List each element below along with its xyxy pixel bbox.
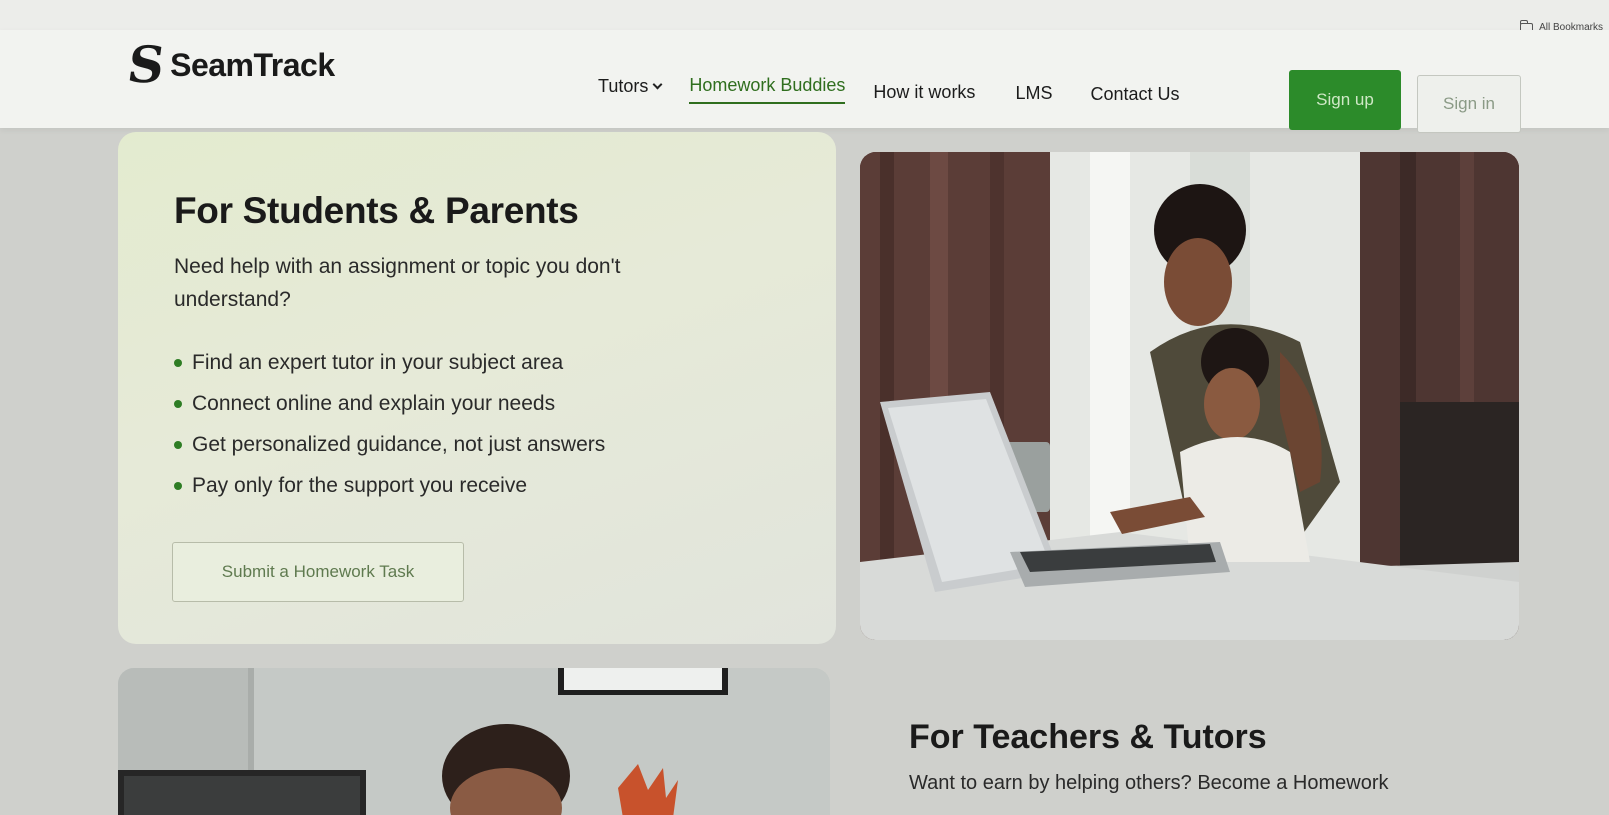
list-item: Pay only for the support you receive (174, 465, 605, 506)
logo-text: SeamTrack (170, 46, 335, 83)
teachers-title: For Teachers & Tutors (909, 718, 1267, 756)
teachers-description: Want to earn by helping others? Become a… (909, 772, 1389, 794)
list-item: Connect online and explain your needs (174, 383, 605, 424)
nav-item-tutors[interactable]: Tutors (598, 76, 663, 97)
nav-item-lms[interactable]: LMS (1015, 83, 1052, 104)
list-item: Find an expert tutor in your subject are… (174, 342, 605, 383)
bullet-dot-icon (174, 440, 182, 449)
sign-in-button[interactable]: Sign in (1417, 75, 1521, 133)
teacher-photo (118, 668, 830, 815)
bullet-text: Connect online and explain your needs (192, 391, 556, 415)
nav-item-homework-buddies[interactable]: Homework Buddies (689, 75, 846, 104)
logo[interactable]: S SeamTrack (124, 35, 335, 94)
bullet-text: Find an expert tutor in your subject are… (192, 350, 564, 374)
submit-homework-task-button[interactable]: Submit a Homework Task (172, 542, 464, 602)
bullet-dot-icon (174, 358, 182, 367)
students-title: For Students & Parents (174, 190, 579, 231)
main-nav: Tutors Homework Buddies How it works LMS… (598, 68, 1180, 105)
students-parents-card: For Students & Parents Need help with an… (118, 132, 836, 644)
students-benefits-list: Find an expert tutor in your subject are… (174, 342, 605, 506)
site-header: S SeamTrack Tutors Homework Buddies How … (0, 30, 1609, 133)
chevron-down-icon (652, 79, 663, 90)
photo-illustration (860, 152, 1519, 640)
teacher-photo-illustration (118, 668, 830, 815)
bullet-text: Pay only for the support you receive (192, 473, 528, 497)
bullet-dot-icon (174, 399, 182, 408)
list-item: Get personalized guidance, not just answ… (174, 424, 605, 465)
sign-up-button[interactable]: Sign up (1289, 70, 1401, 130)
students-description: Need help with an assignment or topic yo… (174, 255, 621, 311)
nav-item-contact-us[interactable]: Contact Us (1090, 84, 1179, 105)
bullet-dot-icon (174, 481, 182, 490)
mother-daughter-laptop-photo (860, 152, 1519, 640)
logo-mark-icon: S (123, 35, 169, 94)
nav-item-how-it-works[interactable]: How it works (873, 82, 975, 103)
bullet-text: Get personalized guidance, not just answ… (192, 432, 606, 456)
nav-tutors-label: Tutors (598, 76, 649, 96)
